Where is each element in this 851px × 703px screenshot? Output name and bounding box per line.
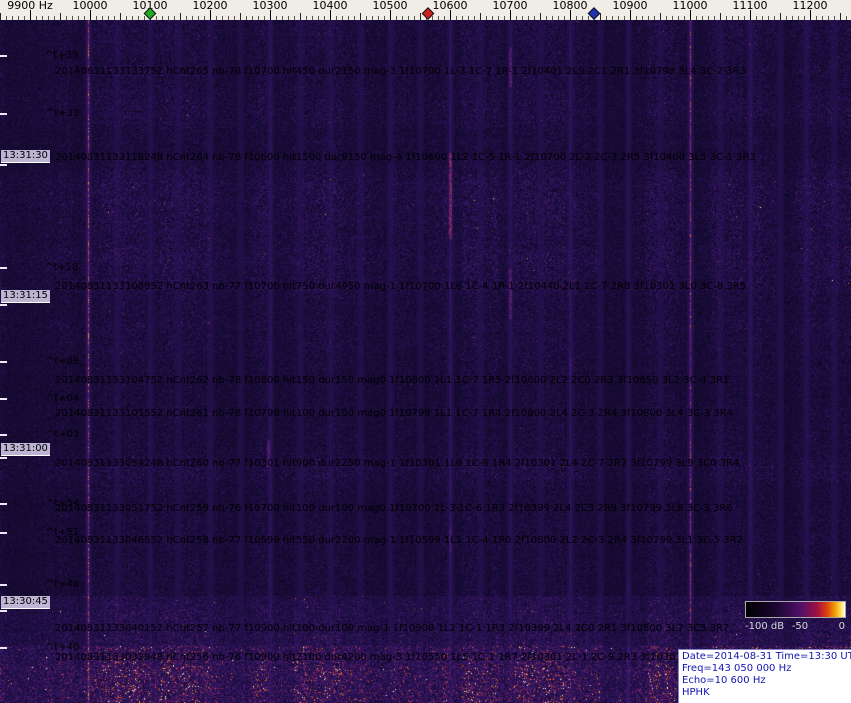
freq-label: 10200 [192,0,228,12]
time-tick [0,304,7,306]
freq-label: 9900 Hz [7,0,53,12]
info-echo-frequency: Echo=10 600 Hz [682,675,766,686]
freq-label: 10600 [432,0,468,12]
time-tick [0,113,7,115]
colorbar-label-max: 0 [838,621,845,632]
event-line: 20140831133133752 hCnt265 nb-78 f10700 h… [55,66,746,77]
time-tick [0,584,7,586]
freq-label: 10500 [372,0,408,12]
event-line: 20140831133118248 hCnt264 nb-78 f10600 h… [55,152,756,163]
event-line: 20140831133104752 hCnt262 nb-78 f10800 h… [55,375,730,386]
time-offset-mark: ^t+33 [46,108,80,119]
freq-label: 11200 [792,0,828,12]
event-line: 20140831133108852 hCnt263 nb-77 f10700 h… [55,281,747,292]
time-axis-label: 13:30:45 [1,596,50,609]
freq-label: 10700 [492,0,528,12]
event-line: 20140831133054248 hCnt260 nb-77 f10301 h… [55,458,740,469]
time-tick [0,457,7,459]
time-tick [0,647,7,649]
time-offset-mark: ^t+08 [46,356,80,367]
time-axis-label: 13:31:15 [1,290,50,303]
frequency-ruler: 9900 Hz 10000 10100 10200 10300 10400 10500 106… [0,0,851,21]
colorbar-gradient [745,601,846,618]
meteor-spectrogram-app: 9900 Hz 10000 10100 10200 10300 10400 10500 106… [0,0,851,703]
colorbar-label-min: -100 dB [745,621,785,632]
freq-label: 11100 [732,0,768,12]
event-line: 20140831133051752 hCnt259 nb-76 f10700 h… [55,503,733,514]
blue-diamond-marker[interactable] [587,7,601,20]
time-tick [0,532,7,534]
time-tick [0,434,7,436]
time-tick [0,503,7,505]
colorbar-label-mid: -50 [791,621,809,632]
time-offset-mark: ^t+46 [46,579,80,590]
event-line: 20140831133046552 hCnt258 nb-77 f10599 h… [55,535,743,546]
freq-label: 10300 [252,0,288,12]
event-line: 20140831133040152 hCnt257 nb-77 f10900 h… [55,623,730,634]
time-offset-mark: ^t+18 [45,262,79,273]
freq-label: 11000 [672,0,708,12]
event-line: 20140831133101552 hCnt261 nb-78 f10798 h… [55,408,733,419]
info-date-time: Date=2014-08-31 Time=13:30 UTC [682,651,851,662]
observation-info-box: Date=2014-08-31 Time=13:30 UTC Freq=143 … [678,649,851,703]
freq-label: 10400 [312,0,348,12]
spectrogram-overlays: ^t+39 ^t+33 ^t+18 ^t+08 ^t+04 ^t+01 ^t+54 ^t+51… [0,20,851,703]
info-frequency: Freq=143 050 000 Hz [682,663,792,674]
time-tick [0,610,7,612]
time-offset-mark: ^t+39 [45,50,79,61]
time-tick [0,398,7,400]
spectrogram-area: ^t+39 ^t+33 ^t+18 ^t+08 ^t+04 ^t+01 ^t+54 ^t+51… [0,20,851,703]
freq-label: 10000 [72,0,108,12]
time-offset-mark: ^t+01 [46,429,80,440]
time-tick [0,164,7,166]
time-axis-label: 13:31:00 [1,443,50,456]
freq-label: 10800 [552,0,588,12]
freq-label: 10900 [612,0,648,12]
info-station-code: HPHK [682,687,710,698]
event-line: 20140831133032948 hCnt256 nb-76 f10900 h… [55,652,720,663]
time-axis-label: 13:31:30 [1,150,50,163]
db-colorbar: -100 dB -50 0 [745,601,846,633]
time-tick [0,55,7,57]
time-offset-mark: ^t+04 [46,393,80,404]
time-tick [0,267,7,269]
time-tick [0,361,7,363]
colorbar-labels: -100 dB -50 0 [745,621,846,633]
